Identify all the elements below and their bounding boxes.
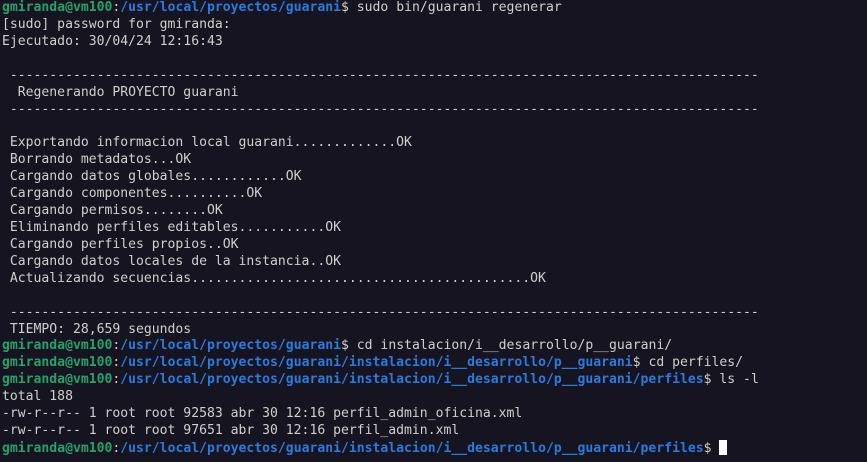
command-text: cd perfiles/ bbox=[648, 355, 744, 371]
prompt-path: /usr/local/proyectos/guarani/instalacion… bbox=[120, 355, 633, 371]
prompt-symbol: $ bbox=[703, 372, 720, 388]
output-line: TIEMPO: 28,659 segundos bbox=[2, 321, 192, 337]
prompt-path: /usr/local/proyectos/guarani/instalacion… bbox=[120, 372, 704, 388]
prompt-user: gmiranda@vm100 bbox=[2, 355, 113, 371]
output-title: Regenerando PROYECTO guarani bbox=[2, 84, 239, 100]
prompt-user: gmiranda@vm100 bbox=[2, 372, 113, 388]
prompt-path: /usr/local/proyectos/guarani bbox=[120, 0, 341, 15]
prompt-path: /usr/local/proyectos/guarani/instalacion… bbox=[120, 440, 704, 456]
prompt-line: gmiranda@vm100:/usr/local/proyectos/guar… bbox=[2, 355, 867, 372]
output-line: Cargando datos locales de la instancia..… bbox=[2, 253, 341, 269]
prompt-line: gmiranda@vm100:/usr/local/proyectos/guar… bbox=[2, 0, 867, 17]
output-line: Ejecutado: 30/04/24 12:16:43 bbox=[2, 33, 223, 49]
prompt-user: gmiranda@vm100 bbox=[2, 440, 113, 456]
output-line: Cargando perfiles propios..OK bbox=[2, 236, 239, 252]
prompt-line: gmiranda@vm100:/usr/local/proyectos/guar… bbox=[2, 338, 867, 355]
prompt-line: gmiranda@vm100:/usr/local/proyectos/guar… bbox=[2, 372, 867, 389]
output-line: Actualizando secuencias.................… bbox=[2, 270, 546, 286]
command-text: sudo bin/guarani regenerar bbox=[356, 0, 562, 15]
prompt-line[interactable]: gmiranda@vm100:/usr/local/proyectos/guar… bbox=[2, 439, 867, 457]
prompt-user: gmiranda@vm100 bbox=[2, 338, 113, 354]
prompt-user: gmiranda@vm100 bbox=[2, 0, 113, 15]
prompt-symbol: $ bbox=[341, 338, 357, 354]
output-line: Borrando metadatos...OK bbox=[2, 152, 192, 168]
output-line: Cargando permisos........OK bbox=[2, 203, 223, 219]
prompt-symbol: $ bbox=[703, 440, 720, 456]
output-line: Exportando informacion local guarani....… bbox=[2, 135, 412, 151]
command-text: ls -l bbox=[719, 372, 759, 388]
file-listing-row: -rw-r--r-- 1 root root 97651 abr 30 12:1… bbox=[2, 423, 460, 439]
command-text: cd instalacion/i__desarrollo/p__guarani/ bbox=[356, 338, 673, 354]
prompt-symbol: $ bbox=[632, 355, 649, 371]
output-line: Eliminando perfiles editables...........… bbox=[2, 219, 341, 235]
output-line: total 188 bbox=[2, 389, 73, 405]
output-line: Cargando datos globales............OK bbox=[2, 169, 302, 185]
file-listing-row: -rw-r--r-- 1 root root 92583 abr 30 12:1… bbox=[2, 406, 523, 422]
terminal-window[interactable]: gmiranda@vm100:/usr/local/proyectos/guar… bbox=[0, 0, 867, 462]
output-line: Cargando componentes..........OK bbox=[2, 186, 263, 202]
rule-line: ----------------------------------------… bbox=[2, 304, 759, 320]
rule-line: ----------------------------------------… bbox=[2, 67, 759, 83]
text-cursor bbox=[719, 439, 728, 455]
prompt-symbol: $ bbox=[341, 0, 357, 15]
output-line: [sudo] password for gmiranda: bbox=[2, 16, 231, 32]
prompt-path: /usr/local/proyectos/guarani bbox=[120, 338, 341, 354]
rule-line: ----------------------------------------… bbox=[2, 101, 759, 117]
